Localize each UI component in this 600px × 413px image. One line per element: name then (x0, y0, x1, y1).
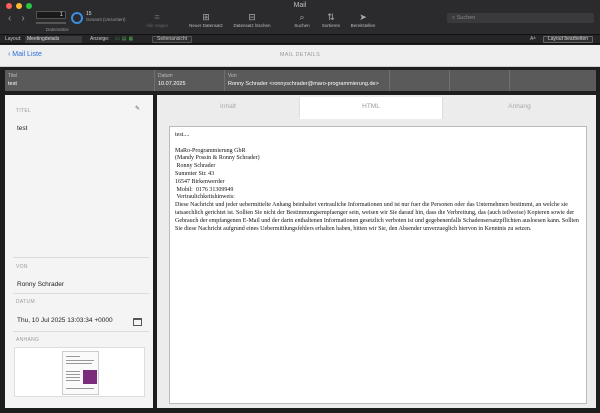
calendar-icon[interactable] (133, 318, 142, 326)
datensatz-löschen-button[interactable]: ⊟ Datensatz löschen (229, 11, 275, 28)
mail-body-line: Ronny Schrader (175, 163, 216, 170)
from-field[interactable]: Ronny Schrader (17, 281, 64, 288)
strip-from: Von Ronny Schrader <ronnyschrader@maro-p… (225, 70, 390, 91)
font-size-icon[interactable]: Aᴬ (530, 35, 536, 44)
mail-body-line: Vertraulichkeitshinweis: (175, 194, 235, 201)
mail-greeting: test.... (175, 132, 190, 138)
bereitstellen-button[interactable]: ➤ Bereitstellen (346, 11, 380, 28)
total-record-label: Gesamt (Unsortiert) (86, 17, 126, 22)
from-label: VON (16, 264, 28, 270)
mail-body-line: Mobil: 0176 31309949 (175, 186, 234, 193)
records-pie-icon (71, 12, 83, 24)
layout-bar: Layout: Meetingdetails Anzeige: ▭▤▦ Seit… (0, 35, 600, 44)
tab-anhang[interactable]: Anhang (443, 97, 596, 117)
date-field[interactable]: Thu, 10 Jul 2025 13:03:34 +0000 (17, 317, 113, 324)
sort-icon: ⇅ (327, 12, 335, 22)
mail-summary-strip: Titel test Datum 10.07.2025 Von Ronny Sc… (5, 70, 596, 91)
html-content-view[interactable]: test.... MaRo-Programmierung GbR (Mandy P… (169, 126, 587, 404)
mail-body: test.... MaRo-Programmierung GbR (Mandy P… (175, 132, 583, 233)
record-navigation: ‹ › (8, 13, 25, 24)
window-toolbar: Mail ‹ › 1 Datensätze 15 Gesamt (Unsorti… (0, 0, 600, 35)
layout-select[interactable]: Meetingdetails (25, 36, 82, 43)
attachment-label: ANHANG (16, 337, 40, 343)
window-title: Mail (293, 2, 307, 9)
date-label: DATUM (16, 299, 35, 305)
search-icon: ⌕ (299, 12, 305, 22)
search-input[interactable]: ⌕ Suchen (447, 13, 594, 23)
new-record-icon: ⊞ (202, 12, 210, 22)
mail-body-line: Diese Nachricht und jeder uebermittelte … (175, 202, 581, 232)
divider (13, 257, 149, 258)
tab-bar: Inhalt HTML Anhang (157, 97, 596, 119)
previous-record-icon[interactable]: ‹ (8, 13, 11, 24)
divider (13, 293, 149, 294)
attachment-thumbnail[interactable] (14, 347, 145, 397)
strip-empty-2 (450, 70, 510, 91)
title-label: TITEL (16, 108, 32, 114)
records-label: Datensätze (46, 27, 69, 32)
strip-date: Datum 10.07.2025 (155, 70, 225, 91)
details-panel: TITEL ✎ test VON Ronny Schrader DATUM Th… (5, 95, 153, 408)
next-record-icon[interactable]: › (21, 13, 24, 24)
view-mode-icons[interactable]: ▭▤▦ (115, 36, 135, 43)
strip-empty-3 (510, 70, 596, 91)
share-icon: ➤ (359, 12, 367, 22)
layout-label: Layout: (5, 36, 22, 42)
delete-record-icon: ⊟ (248, 12, 256, 22)
sortieren-button[interactable]: ⇅ Sortieren (318, 11, 344, 28)
list-icon: ≡ (154, 12, 160, 22)
mail-body-line: (Mandy Possin & Ronny Schrader) (175, 155, 260, 162)
page-title: MAIL DETAILS (279, 52, 321, 58)
content-panel: Inhalt HTML Anhang test.... MaRo-Program… (157, 95, 596, 408)
mail-body-line: 16547 Birkenwerder (175, 178, 225, 185)
view-label: Anzeige: (90, 36, 110, 42)
neuer-datensatz-button[interactable]: ⊞ Neuer Datensatz (185, 11, 227, 28)
title-field[interactable]: test (17, 125, 27, 132)
divider (13, 331, 149, 332)
edit-layout-button[interactable]: Layout bearbeiten (543, 36, 593, 43)
record-slider[interactable] (36, 22, 66, 24)
suchen-button[interactable]: ⌕ Suchen (291, 11, 313, 28)
app-header: ‹ Mail Liste MAIL DETAILS (0, 45, 600, 67)
tab-html[interactable]: HTML (300, 97, 443, 119)
tab-inhalt[interactable]: Inhalt (157, 97, 300, 117)
edit-icon[interactable]: ✎ (135, 105, 140, 112)
document-preview-icon (62, 351, 99, 395)
alle-zeigen-button[interactable]: ≡ Alle zeigen (143, 11, 171, 28)
strip-empty-1 (390, 70, 450, 91)
record-number-input[interactable]: 1 (36, 11, 66, 19)
strip-title: Titel test (5, 70, 155, 91)
page-view-button[interactable]: Seitenansicht (152, 36, 192, 43)
mail-body-line: Summter Str. 43 (175, 170, 215, 177)
